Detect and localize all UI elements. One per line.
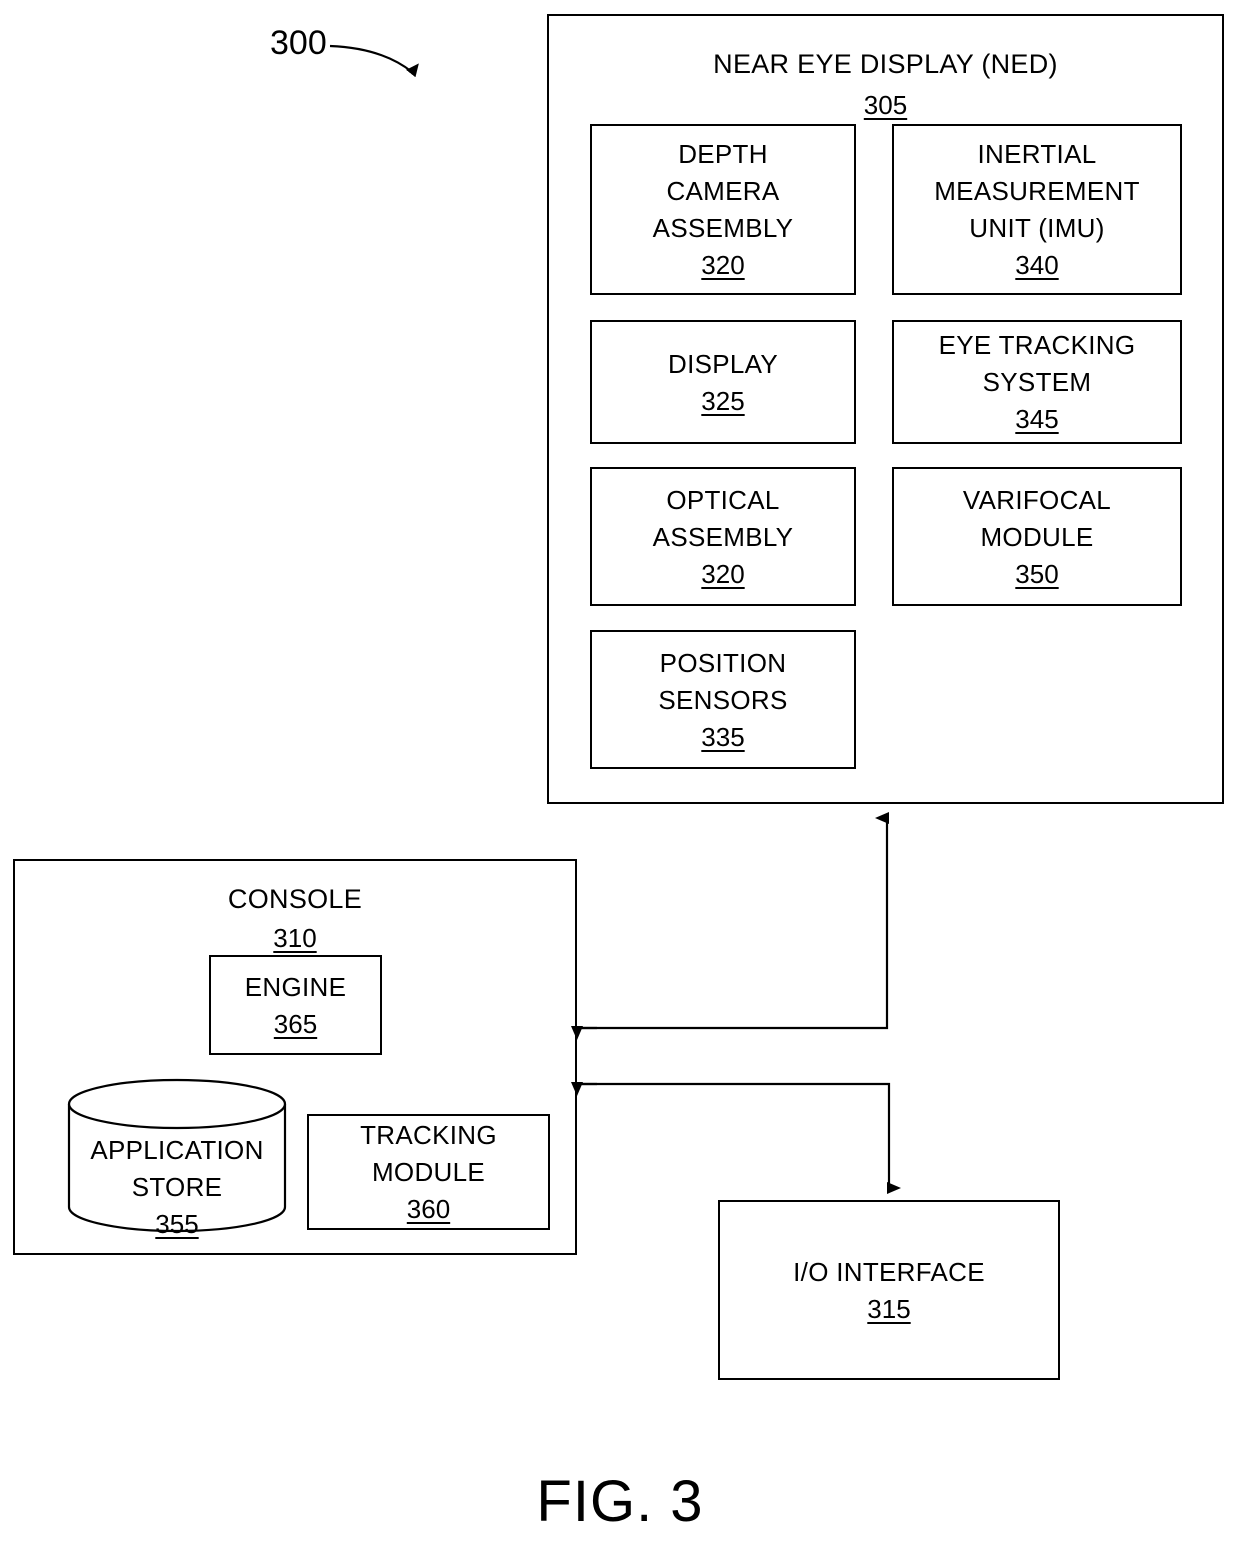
varifocal-module-ref: 350 [1015,558,1059,589]
optical-assembly-line2: ASSEMBLY [652,521,794,552]
varifocal-module-line2: MODULE [980,521,1094,552]
console-container: CONSOLE 310 ENGINE 365 APPLICATION STORE… [13,859,577,1255]
engine-box[interactable]: ENGINE 365 [209,955,382,1055]
console-title: CONSOLE [227,884,363,914]
inertial-measurement-unit-box[interactable]: INERTIAL MEASUREMENT UNIT (IMU) 340 [892,124,1182,295]
imu-ref: 340 [1015,250,1059,280]
imu-line1: INERTIAL [977,139,1097,169]
tracking-module-ref: 360 [406,1194,451,1224]
eye-tracking-line2: SYSTEM [982,367,1092,397]
imu-line3: UNIT (IMU) [969,213,1105,243]
tracking-module-box[interactable]: TRACKING MODULE 360 [307,1114,550,1230]
engine-label: ENGINE [244,971,347,1002]
application-store-text: APPLICATION STORE 355 [61,1132,293,1242]
io-interface-box[interactable]: I/O INTERFACE 315 [718,1200,1060,1380]
depth-camera-assembly-line2: CAMERA [666,176,780,206]
connector-console-to-io [577,1082,901,1194]
engine-ref: 365 [273,1008,318,1039]
eye-tracking-ref: 345 [1015,404,1059,434]
tracking-module-line1: TRACKING [360,1120,497,1150]
application-store-line1: APPLICATION [90,1135,264,1165]
ned-title-block: NEAR EYE DISPLAY (NED) 305 [549,46,1222,123]
position-sensors-line2: SENSORS [658,684,788,715]
position-sensors-box[interactable]: POSITION SENSORS 335 [590,630,856,769]
near-eye-display-container: NEAR EYE DISPLAY (NED) 305 DEPTH CAMERA … [547,14,1224,804]
ned-ref: 305 [863,90,908,120]
display-label: DISPLAY [668,348,778,379]
eye-tracking-system-box[interactable]: EYE TRACKING SYSTEM 345 [892,320,1182,444]
application-store-cylinder[interactable]: APPLICATION STORE 355 [67,1078,287,1239]
tracking-module-line2: MODULE [371,1157,486,1187]
position-sensors-ref: 335 [701,721,745,752]
display-box[interactable]: DISPLAY 325 [590,320,856,444]
display-ref: 325 [701,385,745,416]
system-reference-300: 300 [270,24,327,62]
figure-canvas: 300 NEAR EYE DISPLAY (NED) 305 DEPTH CAM… [0,0,1240,1563]
optical-assembly-ref: 320 [701,558,745,589]
depth-camera-assembly-ref: 320 [701,250,745,280]
ned-title: NEAR EYE DISPLAY (NED) [713,49,1058,79]
figure-caption: FIG. 3 [536,1469,704,1534]
varifocal-module-box[interactable]: VARIFOCAL MODULE 350 [892,467,1182,606]
application-store-ref: 355 [155,1209,199,1239]
imu-line2: MEASUREMENT [934,176,1140,206]
reference-lead-line [329,44,419,78]
connector-console-to-ned [577,812,889,1030]
optical-assembly-box[interactable]: OPTICAL ASSEMBLY 320 [590,467,856,606]
optical-assembly-line1: OPTICAL [666,484,780,515]
io-interface-ref: 315 [867,1293,911,1324]
io-interface-label: I/O INTERFACE [793,1256,985,1287]
depth-camera-assembly-box[interactable]: DEPTH CAMERA ASSEMBLY 320 [590,124,856,295]
depth-camera-assembly-line3: ASSEMBLY [652,213,794,243]
console-ref: 310 [273,923,317,953]
position-sensors-line1: POSITION [659,647,787,678]
eye-tracking-line1: EYE TRACKING [938,330,1136,360]
depth-camera-assembly-line1: DEPTH [678,139,768,169]
varifocal-module-line1: VARIFOCAL [962,484,1112,515]
application-store-line2: STORE [131,1172,223,1202]
console-title-block: CONSOLE 310 [15,881,575,956]
